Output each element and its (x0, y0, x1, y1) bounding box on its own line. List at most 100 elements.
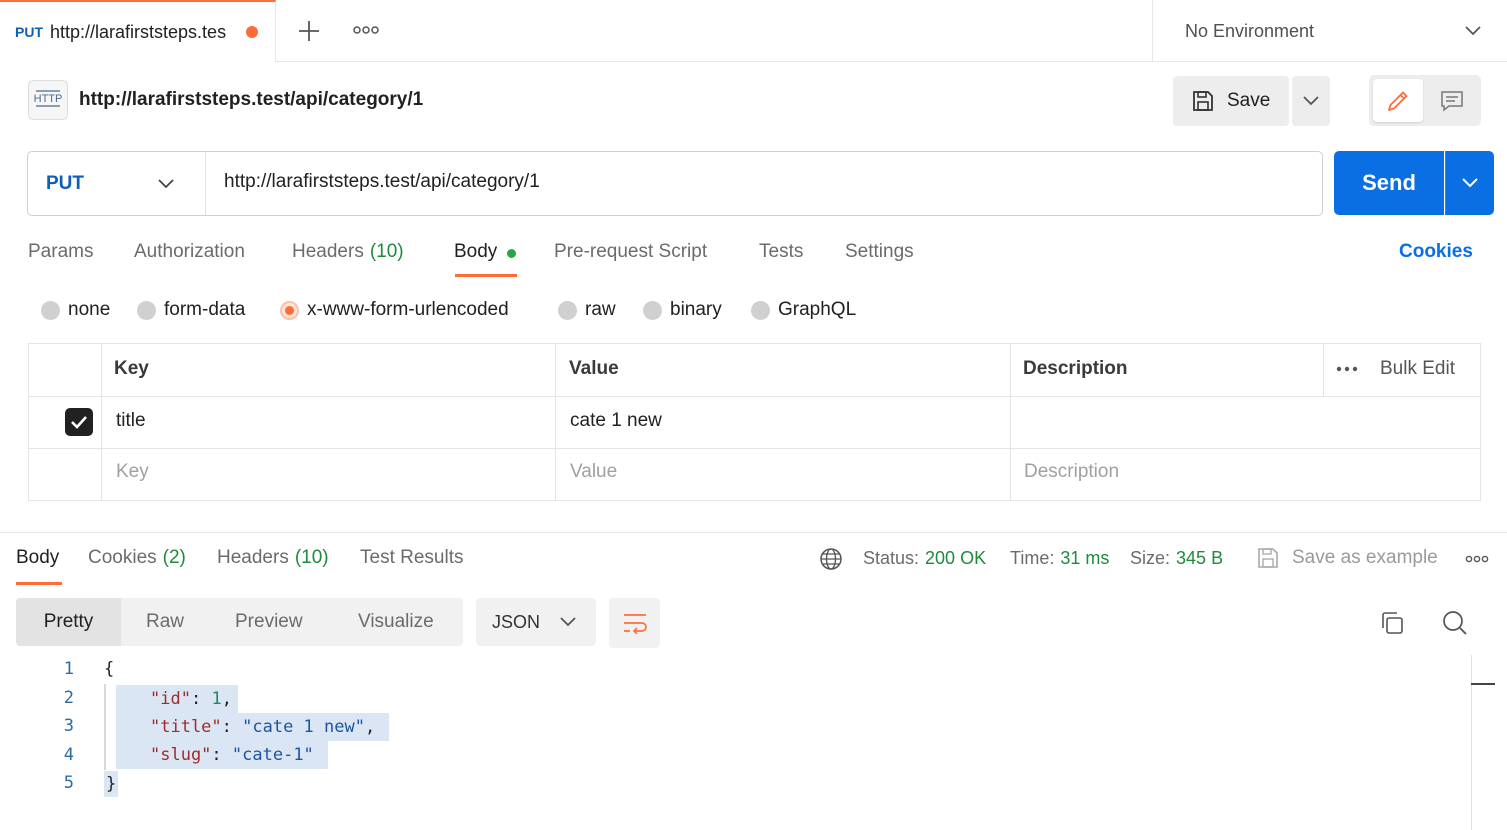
table-options-button[interactable] (1336, 362, 1360, 376)
code-line[interactable]: "title": "cate 1 new", (116, 713, 390, 741)
radio-circle (41, 300, 60, 320)
scrollbar-thumb[interactable] (1471, 683, 1495, 685)
time-label: Time: (1010, 548, 1055, 568)
tab-body[interactable]: Body (454, 241, 497, 263)
size-indicator[interactable]: Size: 345 B (1130, 548, 1223, 569)
param-description-cell[interactable] (1024, 410, 1464, 434)
param-key-cell[interactable]: title (116, 410, 146, 432)
radio-circle (643, 300, 662, 320)
tab-tests[interactable]: Tests (759, 241, 803, 263)
method-selector[interactable]: PUT (28, 152, 206, 215)
search-button[interactable] (1442, 609, 1470, 637)
code-line[interactable]: "slug": "cate-1" (116, 741, 328, 769)
save-label: Save (1227, 90, 1271, 111)
response-tab-body[interactable]: Body (16, 547, 59, 569)
environment-selector[interactable]: No Environment (1152, 0, 1507, 62)
save-options-button[interactable] (1292, 76, 1330, 126)
response-tab-headers-count: (10) (294, 547, 329, 568)
scrollbar-track[interactable] (1471, 655, 1472, 830)
tab-pre-request-script[interactable]: Pre-request Script (554, 241, 707, 263)
param-value-cell[interactable]: cate 1 new (570, 410, 662, 432)
radio-label: none (68, 299, 111, 320)
code-line[interactable]: "id": 1, (116, 685, 238, 713)
documentation-mode-button[interactable] (1428, 79, 1476, 122)
save-button[interactable]: Save (1173, 76, 1289, 126)
radio-urlencoded[interactable]: x-www-form-urlencoded (280, 299, 509, 321)
radio-raw[interactable]: raw (558, 299, 616, 321)
pane-divider[interactable] (0, 532, 1507, 533)
cookies-link[interactable]: Cookies (1399, 241, 1473, 263)
time-indicator[interactable]: Time: 31 ms (1010, 548, 1109, 569)
status-value: 200 OK (925, 548, 987, 568)
indent-guide (104, 684, 106, 770)
new-tab-button[interactable] (296, 18, 322, 44)
view-raw[interactable]: Raw (146, 598, 184, 646)
response-tab-test-results[interactable]: Test Results (360, 547, 463, 569)
view-pretty[interactable]: Pretty (16, 598, 121, 646)
comment-icon (1441, 90, 1463, 112)
edit-mode-button[interactable] (1373, 79, 1423, 122)
radio-label: GraphQL (778, 299, 857, 320)
more-horizontal-icon (1336, 366, 1358, 372)
chevron-down-icon (1462, 178, 1478, 188)
description-placeholder[interactable]: Description (1024, 461, 1119, 483)
size-label: Size: (1130, 548, 1171, 568)
response-tab-headers-label: Headers (217, 547, 289, 568)
bulk-edit-button[interactable]: Bulk Edit (1380, 358, 1455, 380)
radio-binary[interactable]: binary (643, 299, 722, 321)
response-options-button[interactable] (1465, 553, 1491, 565)
column-header-value: Value (569, 358, 619, 379)
code-line[interactable]: } (104, 771, 119, 797)
wrap-lines-button[interactable] (609, 598, 660, 648)
radio-label: binary (670, 299, 722, 320)
tab-params[interactable]: Params (28, 241, 93, 263)
request-tab[interactable]: PUT http://larafirststeps.tes (0, 0, 276, 62)
radio-graphql[interactable]: GraphQL (751, 299, 856, 321)
table-divider (1010, 343, 1011, 501)
radio-form-data[interactable]: form-data (137, 299, 245, 321)
url-input[interactable] (224, 171, 1304, 193)
copy-icon (1382, 612, 1403, 634)
save-as-example-button[interactable]: Save as example (1256, 546, 1438, 570)
http-request-icon: HTTP (28, 80, 68, 120)
radio-none[interactable]: none (41, 299, 110, 321)
response-tab-cookies[interactable]: Cookies (2) (88, 547, 186, 569)
format-selector[interactable]: JSON (476, 598, 596, 646)
unsaved-dot (246, 26, 258, 38)
save-icon (1258, 548, 1278, 568)
column-header-description: Description (1023, 358, 1128, 379)
chevron-down-icon (1465, 26, 1481, 36)
view-preview[interactable]: Preview (235, 598, 303, 646)
chevron-down-icon (560, 617, 576, 627)
tab-method: PUT (15, 24, 43, 40)
param-checkbox[interactable] (65, 408, 93, 436)
save-icon (1193, 91, 1213, 111)
environment-label: No Environment (1185, 20, 1315, 41)
radio-label: raw (585, 299, 616, 320)
send-label: Send (1362, 170, 1416, 195)
view-visualize[interactable]: Visualize (358, 598, 434, 646)
network-info-button[interactable] (819, 547, 843, 571)
method-label: PUT (46, 172, 84, 194)
request-title[interactable]: http://larafirststeps.test/api/category/… (79, 89, 423, 111)
status-label: Status: (863, 548, 920, 568)
tab-options-button[interactable] (352, 22, 380, 38)
send-options-button[interactable] (1445, 151, 1494, 215)
pencil-icon (1388, 91, 1408, 111)
response-tab-headers[interactable]: Headers (10) (217, 547, 329, 569)
status-indicator[interactable]: Status: 200 OK (863, 548, 986, 569)
radio-label: form-data (164, 299, 246, 320)
tab-authorization[interactable]: Authorization (134, 241, 245, 263)
send-button[interactable]: Send (1334, 151, 1444, 215)
key-placeholder[interactable]: Key (116, 461, 149, 483)
tab-settings[interactable]: Settings (845, 241, 914, 263)
format-label: JSON (492, 611, 541, 632)
code-line[interactable]: { (104, 659, 114, 679)
line-number: 4 (63, 745, 74, 765)
copy-button[interactable] (1379, 610, 1405, 636)
value-placeholder[interactable]: Value (570, 461, 617, 483)
tab-headers[interactable]: Headers (10) (292, 241, 404, 263)
plus-icon (299, 21, 319, 41)
column-header-key: Key (114, 358, 149, 379)
response-tab-cookies-label: Cookies (88, 547, 157, 568)
